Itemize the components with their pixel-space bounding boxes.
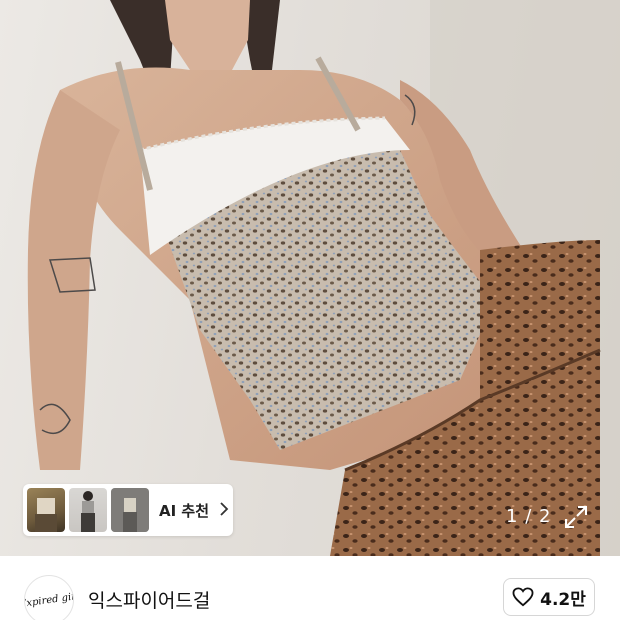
ai-recommend-thumbnail[interactable] — [69, 488, 107, 532]
chevron-right-icon — [219, 501, 229, 520]
product-photo[interactable]: AI 추천 1 / 2 — [0, 0, 620, 556]
ai-recommend-label: AI 추천 — [159, 501, 210, 520]
shop-avatar[interactable]: Expired girl — [24, 575, 74, 620]
ai-recommend-thumbnail[interactable] — [27, 488, 65, 532]
like-button[interactable]: 4.2만 — [503, 578, 595, 616]
thumbnail-image — [81, 491, 95, 532]
pager-total: 2 — [539, 506, 552, 527]
image-pager: 1 / 2 — [506, 506, 551, 527]
ai-recommend-thumbnail[interactable] — [111, 488, 149, 532]
expand-arrows-icon — [565, 506, 587, 528]
ai-recommend-chip[interactable]: AI 추천 — [23, 484, 233, 536]
pager-separator: / — [525, 506, 533, 527]
shop-name[interactable]: 익스파이어드걸 — [88, 586, 210, 613]
pager-current: 1 — [506, 506, 519, 527]
thumbnail-image — [35, 498, 57, 532]
heart-outline-icon — [512, 587, 534, 607]
product-photo-scene — [27, 0, 620, 556]
thumbnail-image — [111, 488, 149, 532]
expand-image-button[interactable] — [563, 504, 589, 530]
shop-bar: Expired girl 익스파이어드걸 4.2만 — [0, 556, 620, 620]
like-count: 4.2만 — [540, 589, 586, 610]
shop-logo: Expired girl — [24, 590, 74, 610]
